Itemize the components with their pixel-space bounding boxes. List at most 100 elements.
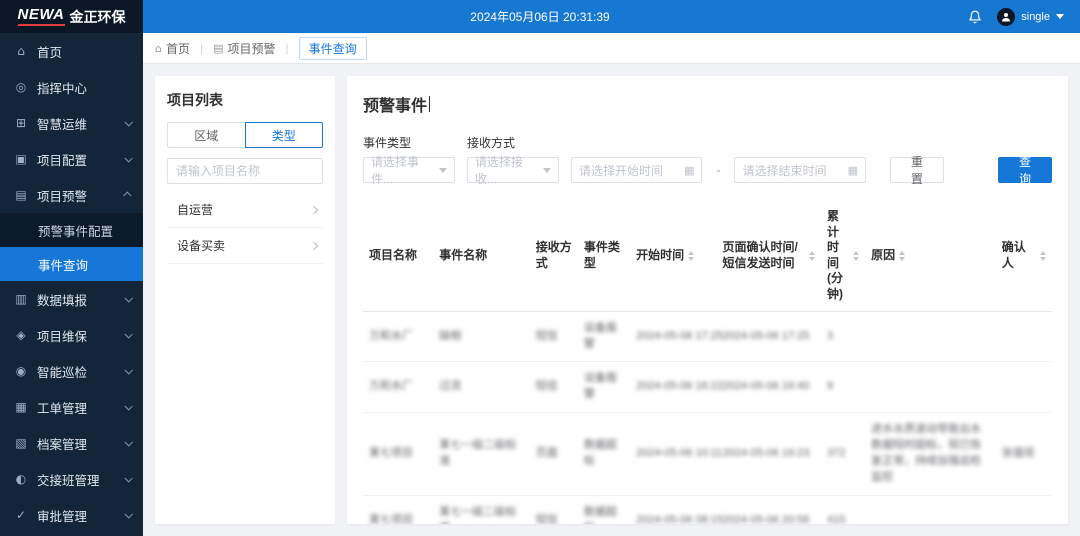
- project-list-title: 项目列表: [167, 90, 323, 110]
- breadcrumb-current[interactable]: 事件查询: [299, 37, 367, 60]
- cell-receive: 短信: [530, 311, 578, 362]
- receive-mode-select[interactable]: 请选择接收...: [467, 157, 559, 183]
- calendar-icon: ▦: [684, 164, 694, 177]
- col-confirm-person[interactable]: 确认人: [996, 201, 1052, 311]
- breadcrumb-section[interactable]: ▤ 项目预警: [213, 40, 275, 57]
- project-group-self-operated[interactable]: 自运营: [167, 192, 323, 228]
- chevron-down-icon: [124, 438, 132, 446]
- col-reason[interactable]: 原因: [865, 201, 996, 311]
- table-row: 万和水厂 过流 短信 设备报警 2024-05-06 16:22 2024-05…: [363, 362, 1052, 413]
- col-start-time[interactable]: 开始时间: [630, 201, 716, 311]
- sidebar-item-project-maintenance[interactable]: ◈ 项目维保: [0, 317, 143, 353]
- chevron-down-icon: [124, 474, 132, 482]
- submenu-item-warning-event-config[interactable]: 预警事件配置: [0, 213, 143, 247]
- shift-icon: ◐: [14, 472, 28, 486]
- cell-type: 数据超标: [578, 413, 630, 496]
- project-list-panel: 项目列表 区域 类型 自运营 设备买卖: [155, 76, 335, 524]
- end-time-picker[interactable]: 请选择结束时间 ▦: [734, 157, 865, 183]
- inspection-icon: ◉: [14, 364, 28, 378]
- chevron-up-icon: [123, 191, 131, 199]
- sidebar-item-archive[interactable]: ▧ 档案管理: [0, 425, 143, 461]
- submenu-item-event-query[interactable]: 事件查询: [0, 247, 143, 281]
- sort-icon: [809, 251, 815, 261]
- sidebar-item-smart-inspection[interactable]: ◉ 智能巡检: [0, 353, 143, 389]
- cell-event: 某七一级二级标准: [433, 413, 529, 496]
- home-icon: ⌂: [14, 44, 28, 58]
- col-event-name: 事件名称: [433, 201, 529, 311]
- cell-project: 万和水厂: [363, 362, 433, 413]
- sidebar-item-command-center[interactable]: ◎ 指挥中心: [0, 69, 143, 105]
- chevron-down-icon: [124, 154, 132, 162]
- cell-person: 张值班: [996, 413, 1052, 496]
- chevron-right-icon: [310, 241, 318, 249]
- chevron-down-icon: [543, 168, 551, 173]
- col-receive-mode: 接收方式: [530, 201, 578, 311]
- project-config-icon: ▣: [14, 152, 28, 166]
- sidebar-nav: ⌂ 首页 ◎ 指挥中心 ⊞ 智慧运维 ▣ 项目配置 ▤ 项目预警 预警事件配置 …: [0, 33, 143, 536]
- sort-icon: [1040, 251, 1046, 261]
- chevron-down-icon: [1056, 14, 1064, 19]
- sidebar-item-shift-management[interactable]: ◐ 交接班管理: [0, 461, 143, 497]
- calendar-icon: ▦: [848, 164, 858, 177]
- cell-confirm: 2024-05-06 20:58: [717, 496, 821, 524]
- events-table: 项目名称 事件名称 接收方式 事件类型 开始时间 页面确认时间/短信发送时间 累…: [363, 201, 1052, 524]
- start-time-picker[interactable]: 请选择开始时间 ▦: [571, 157, 702, 183]
- col-confirm-time[interactable]: 页面确认时间/短信发送时间: [717, 201, 821, 311]
- col-total-minutes[interactable]: 累计时间(分钟): [821, 201, 865, 311]
- chevron-down-icon: [124, 294, 132, 302]
- data-report-icon: ▥: [14, 292, 28, 306]
- user-menu[interactable]: single: [997, 8, 1064, 26]
- receive-mode-label: 接收方式: [467, 134, 559, 151]
- logo-newa-text: NEWA: [18, 7, 65, 26]
- breadcrumb-home[interactable]: ⌂ 首页: [155, 40, 190, 57]
- filter-bar: 事件类型 请选择事件... 接收方式 请选择接收...: [363, 134, 1052, 183]
- sidebar-item-work-order[interactable]: ▦ 工单管理: [0, 389, 143, 425]
- cell-confirm: 2024-05-06 17:25: [717, 311, 821, 362]
- reset-button[interactable]: 重置: [890, 157, 944, 183]
- table-row: 万和水厂 缺相 短信 设备报警 2024-05-06 17:25 2024-05…: [363, 311, 1052, 362]
- cell-type: 数据超标: [578, 496, 630, 524]
- sidebar-item-data-report[interactable]: ▥ 数据填报: [0, 281, 143, 317]
- cell-person: [996, 311, 1052, 362]
- chevron-right-icon: [310, 205, 318, 213]
- sidebar-item-project-config[interactable]: ▣ 项目配置: [0, 141, 143, 177]
- project-search-input[interactable]: [167, 158, 323, 184]
- project-group-equipment-sales[interactable]: 设备买卖: [167, 228, 323, 264]
- sidebar-item-project-warning[interactable]: ▤ 项目预警: [0, 177, 143, 213]
- tab-region[interactable]: 区域: [167, 122, 245, 148]
- cell-minutes: 415: [821, 496, 865, 524]
- date-range-separator: -: [716, 163, 720, 177]
- project-filter-tabs: 区域 类型: [167, 122, 323, 148]
- event-type-label: 事件类型: [363, 134, 455, 151]
- query-button[interactable]: 查询: [998, 157, 1052, 183]
- topbar-actions: single: [967, 8, 1080, 26]
- cell-minutes: 9: [821, 362, 865, 413]
- maintenance-icon: ◈: [14, 328, 28, 342]
- cell-project: 某七项目: [363, 496, 433, 524]
- cell-reason: [865, 311, 996, 362]
- datetime-display: 2024年05月06日 20:31:39: [0, 8, 1080, 25]
- sidebar-item-approval[interactable]: ✓ 审批管理: [0, 497, 143, 533]
- work-order-icon: ▦: [14, 400, 28, 414]
- cell-event: 某七一级二级标准: [433, 496, 529, 524]
- tab-type[interactable]: 类型: [245, 122, 324, 148]
- command-center-icon: ◎: [14, 80, 28, 94]
- chevron-down-icon: [124, 330, 132, 338]
- cell-person: [996, 496, 1052, 524]
- notification-bell-icon[interactable]: [967, 9, 983, 25]
- sort-icon: [688, 251, 694, 261]
- cell-project: 某七项目: [363, 413, 433, 496]
- sidebar-item-home[interactable]: ⌂ 首页: [0, 33, 143, 69]
- sidebar-item-smart-ops[interactable]: ⊞ 智慧运维: [0, 105, 143, 141]
- cell-start: 2024-05-06 10:11: [630, 413, 716, 496]
- cell-start: 2024-05-06 17:25: [630, 311, 716, 362]
- event-type-select[interactable]: 请选择事件...: [363, 157, 455, 183]
- app-window: NEWA 金正环保 2024年05月06日 20:31:39 single ⌂ …: [0, 0, 1080, 536]
- cell-receive: 页面: [530, 413, 578, 496]
- cell-start: 2024-05-06 16:22: [630, 362, 716, 413]
- breadcrumb-separator: |: [200, 41, 203, 55]
- cell-type: 设备报警: [578, 362, 630, 413]
- table-header-row: 项目名称 事件名称 接收方式 事件类型 开始时间 页面确认时间/短信发送时间 累…: [363, 201, 1052, 311]
- project-warning-submenu: 预警事件配置 事件查询: [0, 213, 143, 281]
- sort-icon: [899, 251, 905, 261]
